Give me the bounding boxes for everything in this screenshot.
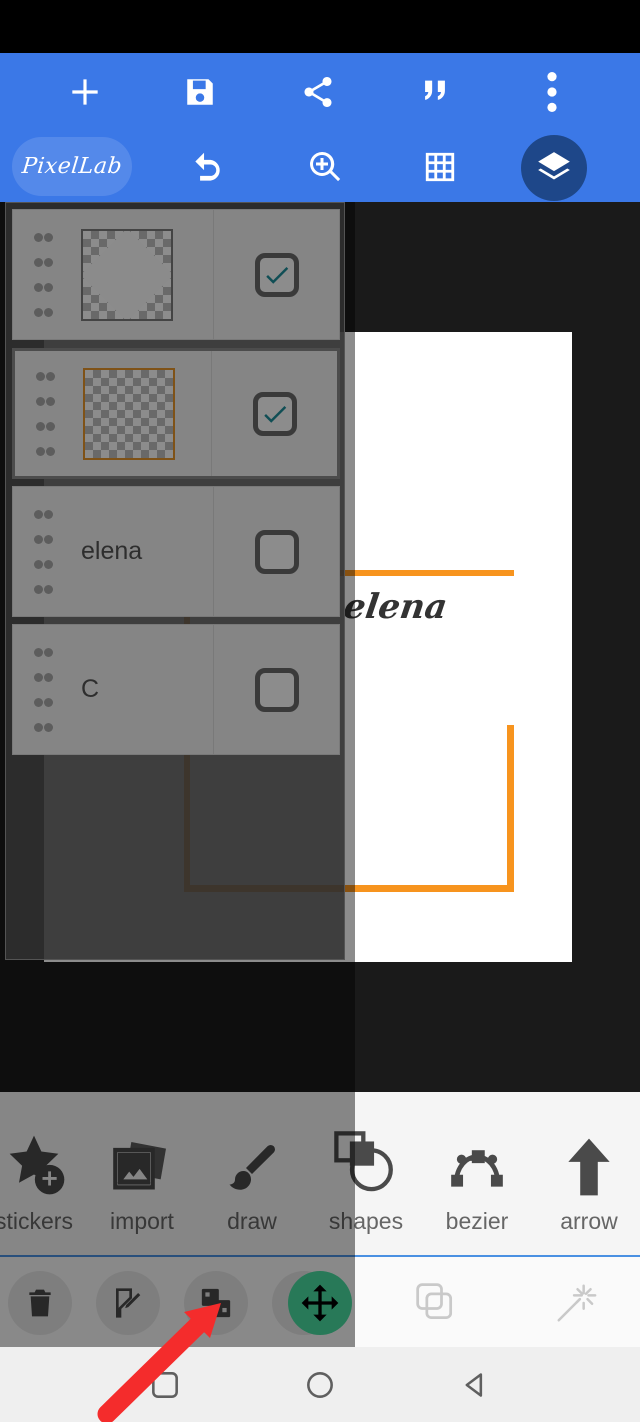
layer-thumbnail[interactable] (83, 367, 175, 460)
layers-button[interactable] (521, 135, 587, 201)
home-button[interactable] (265, 1347, 375, 1422)
edit-shape-icon (116, 1288, 141, 1318)
layers-panel[interactable]: elena C (5, 202, 345, 960)
layer-visibility-checkbox[interactable] (254, 667, 299, 712)
layer-checkbox-cell[interactable] (214, 487, 339, 616)
layer-label: C (81, 675, 100, 703)
copy-layers-button[interactable] (404, 1271, 468, 1335)
app-logo[interactable]: PixelLab (12, 137, 132, 196)
selection-edge-right (507, 725, 514, 892)
share-button[interactable] (278, 53, 358, 131)
drag-dots-icon (33, 225, 53, 325)
star-plus-icon (0, 1112, 68, 1198)
back-button[interactable] (420, 1347, 530, 1422)
tool-label: stickers (0, 1208, 73, 1234)
drag-handle[interactable] (13, 210, 73, 339)
bezier-curve-icon (446, 1112, 508, 1198)
quote-icon (418, 75, 452, 109)
arrow-up-icon (562, 1112, 616, 1198)
delete-button[interactable] (8, 1271, 72, 1335)
image-import-icon (110, 1112, 174, 1198)
undo-button[interactable] (168, 131, 248, 202)
more-options-button[interactable] (512, 53, 592, 131)
drag-handle[interactable] (15, 351, 75, 476)
tool-label: bezier (445, 1208, 509, 1234)
drag-dots-icon (33, 640, 53, 740)
layer-thumbnail[interactable] (81, 228, 173, 321)
layer-checkbox-cell[interactable] (212, 351, 337, 476)
tool-import[interactable]: import (86, 1092, 198, 1255)
tool-label: arrow (560, 1208, 618, 1234)
canvas-text-layer[interactable]: elena (341, 587, 450, 627)
drag-dots-icon (33, 502, 53, 602)
tool-label: import (110, 1208, 174, 1234)
edit-button[interactable] (96, 1271, 160, 1335)
circle-icon (307, 1371, 333, 1398)
layer-checkbox-cell[interactable] (214, 210, 339, 339)
drag-dots-icon (35, 364, 55, 464)
layer-row[interactable] (12, 209, 340, 340)
layer-body[interactable]: C (73, 625, 214, 754)
magic-wand-icon (557, 1284, 597, 1322)
diamond-shape-icon (83, 230, 171, 319)
toolbar-secondary-row: PixelLab (0, 131, 640, 202)
drag-handle[interactable] (13, 625, 73, 754)
text-button[interactable] (395, 53, 475, 131)
tool-label: shapes (328, 1208, 404, 1234)
layer-body[interactable] (73, 210, 214, 339)
layer-visibility-checkbox[interactable] (252, 391, 297, 436)
trash-icon (29, 1289, 51, 1317)
android-nav-bar (0, 1347, 640, 1422)
app-toolbar: PixelLab (0, 53, 640, 202)
app-logo-text: PixelLab (20, 154, 124, 179)
move-arrows-icon (301, 1284, 339, 1322)
duplicate-button[interactable] (184, 1271, 248, 1335)
share-icon (300, 74, 336, 110)
zoom-in-icon (307, 149, 343, 185)
layer-row[interactable] (12, 348, 340, 479)
layer-body[interactable]: elena (73, 487, 214, 616)
tool-arrow[interactable]: arrow (533, 1092, 640, 1255)
layer-visibility-checkbox[interactable] (254, 529, 299, 574)
status-bar (0, 0, 640, 53)
triangle-back-icon (465, 1372, 483, 1397)
drag-handle[interactable] (13, 487, 73, 616)
layers-icon (535, 149, 573, 187)
layer-body[interactable] (75, 351, 212, 476)
tool-shapes[interactable]: shapes (310, 1092, 422, 1255)
magic-wand-button[interactable] (544, 1271, 608, 1335)
undo-icon (189, 148, 227, 186)
overflow-menu-icon (547, 72, 557, 112)
recents-button[interactable] (110, 1347, 220, 1422)
add-button[interactable] (45, 53, 125, 131)
tool-stickers[interactable]: stickers (0, 1092, 90, 1255)
save-button[interactable] (160, 53, 240, 131)
checkmark-icon (263, 405, 286, 423)
layer-label: elena (81, 537, 143, 565)
save-icon (183, 75, 217, 109)
plus-icon (66, 73, 104, 111)
layer-visibility-checkbox[interactable] (254, 252, 299, 297)
zoom-button[interactable] (285, 131, 365, 202)
layer-row[interactable]: elena (12, 486, 340, 617)
tool-label: draw (227, 1208, 277, 1234)
paintbrush-icon (222, 1112, 282, 1198)
toolbar-primary-row (0, 53, 640, 131)
tool-strip: stickers import draw shapes bezier arrow (0, 1092, 640, 1255)
checkmark-icon (265, 266, 288, 284)
grid-button[interactable] (400, 131, 480, 202)
move-button[interactable] (288, 1271, 352, 1335)
layer-row[interactable]: C (12, 624, 340, 755)
shapes-icon (331, 1112, 401, 1198)
layer-checkbox-cell[interactable] (214, 625, 339, 754)
duplicate-layer-icon (201, 1288, 231, 1318)
grid-icon (423, 150, 457, 184)
square-icon (152, 1371, 178, 1398)
action-bar (0, 1255, 640, 1347)
tool-draw[interactable]: draw (196, 1092, 308, 1255)
copy-layers-icon (416, 1283, 453, 1320)
tool-bezier[interactable]: bezier (421, 1092, 533, 1255)
